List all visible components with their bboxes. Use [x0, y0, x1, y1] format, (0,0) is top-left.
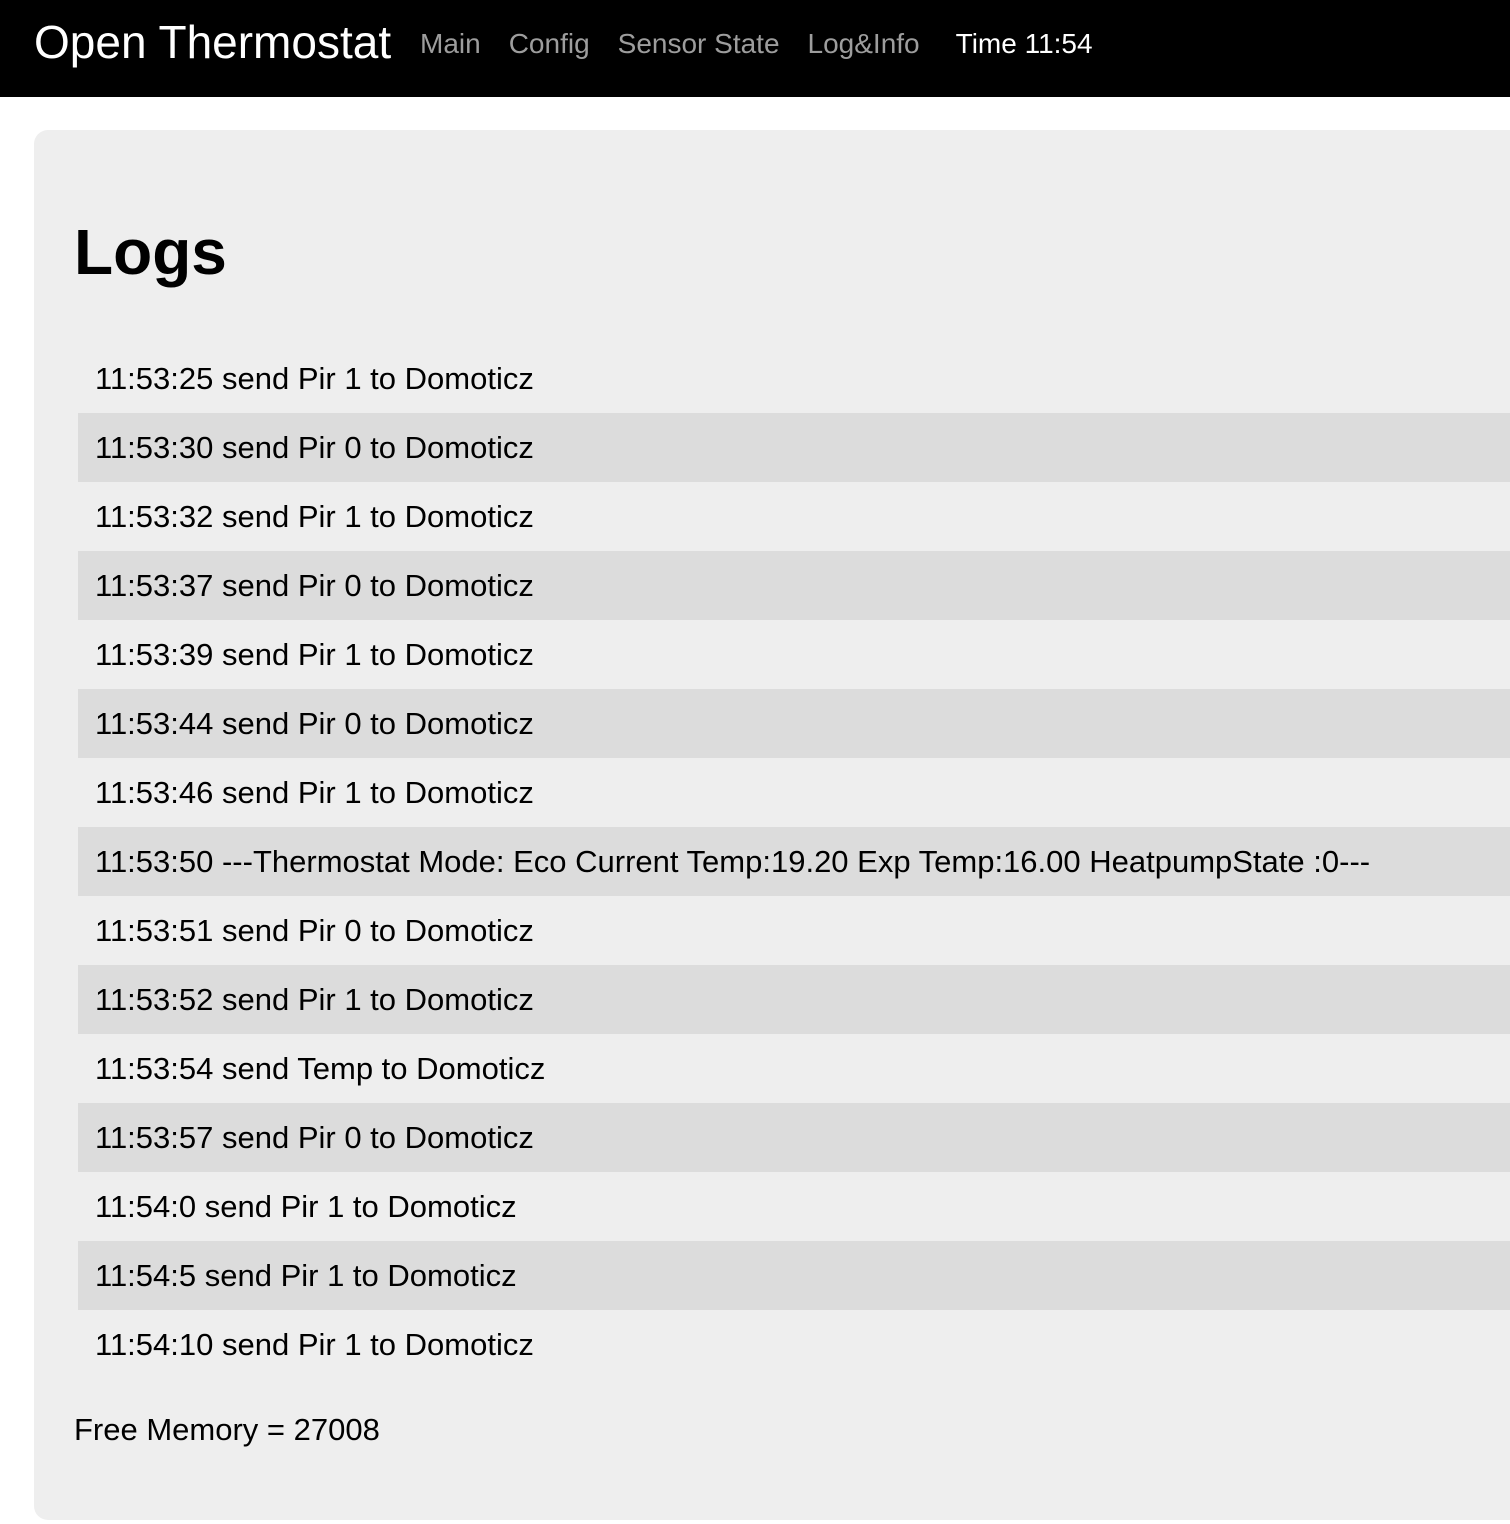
log-entry: 11:54:10 send Pir 1 to Domoticz [95, 1327, 534, 1362]
log-entry: 11:54:5 send Pir 1 to Domoticz [78, 1241, 1510, 1310]
free-memory-readout: Free Memory = 27008 [74, 1412, 380, 1447]
nav-link-main[interactable]: Main [420, 22, 481, 66]
nav-link-log-info[interactable]: Log&Info [808, 22, 920, 66]
log-entry: 11:53:57 send Pir 0 to Domoticz [78, 1103, 1510, 1172]
brand-title[interactable]: Open Thermostat [34, 14, 391, 70]
log-entry: 11:53:32 send Pir 1 to Domoticz [95, 499, 534, 534]
log-entry: 11:54:0 send Pir 1 to Domoticz [95, 1189, 517, 1224]
log-entry: 11:53:54 send Temp to Domoticz [95, 1051, 546, 1086]
log-entry: 11:53:30 send Pir 0 to Domoticz [78, 413, 1510, 482]
log-entry: 11:53:46 send Pir 1 to Domoticz [95, 775, 534, 810]
log-entry: 11:53:50 ---Thermostat Mode: Eco Current… [78, 827, 1510, 896]
log-entry: 11:53:25 send Pir 1 to Domoticz [95, 361, 534, 396]
logs-panel: Logs 11:53:25 send Pir 1 to Domoticz 11:… [34, 130, 1510, 1520]
log-entry: 11:53:51 send Pir 0 to Domoticz [95, 913, 534, 948]
navbar: Open Thermostat Main Config Sensor State… [0, 0, 1510, 97]
log-entry: 11:53:52 send Pir 1 to Domoticz [78, 965, 1510, 1034]
nav-link-sensor-state[interactable]: Sensor State [618, 22, 780, 66]
nav-links: Main Config Sensor State Log&Info Time 1… [420, 22, 1093, 66]
page-title: Logs [74, 216, 227, 288]
log-list: 11:53:25 send Pir 1 to Domoticz 11:53:30… [78, 344, 1510, 1379]
log-entry: 11:53:39 send Pir 1 to Domoticz [95, 637, 534, 672]
log-entry: 11:53:37 send Pir 0 to Domoticz [78, 551, 1510, 620]
nav-time-display: Time 11:54 [955, 28, 1093, 59]
nav-link-config[interactable]: Config [509, 22, 590, 66]
log-entry: 11:53:44 send Pir 0 to Domoticz [78, 689, 1510, 758]
